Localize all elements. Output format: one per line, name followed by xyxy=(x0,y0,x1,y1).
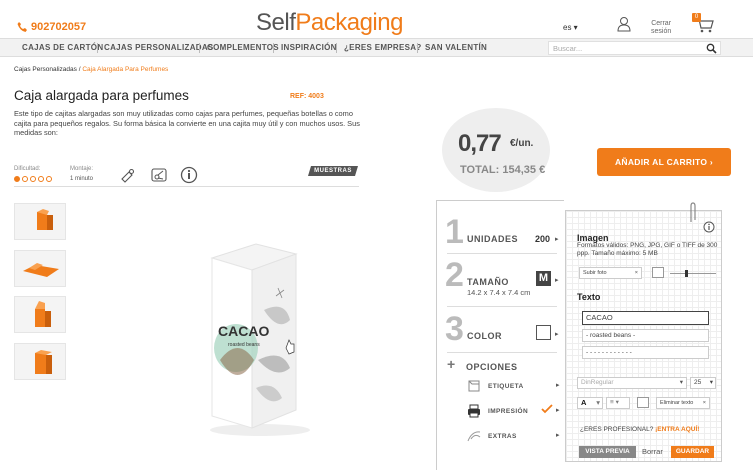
step-1-number: 1 xyxy=(445,213,464,251)
assembly-value: 1 minuto xyxy=(70,176,94,182)
samples-tab[interactable]: MUESTRAS xyxy=(308,166,358,176)
text-color-select[interactable]: A ▾ xyxy=(577,397,603,409)
product-title: Caja alargada para perfumes xyxy=(14,88,189,103)
save-button[interactable]: GUARDAR xyxy=(671,446,714,458)
thumbnail-1[interactable] xyxy=(14,203,66,240)
info-circle-icon[interactable] xyxy=(180,166,198,184)
nav-cajas-carton[interactable]: CAJAS DE CARTÓN xyxy=(22,43,103,52)
site-logo[interactable]: SelfPackaging xyxy=(256,9,403,37)
breadcrumb-current: Caja Alargada Para Perfumes xyxy=(82,66,169,73)
box-open-image xyxy=(35,301,51,327)
units-value[interactable]: 200 xyxy=(535,234,550,244)
glue-icon xyxy=(121,168,135,183)
main-nav: CAJAS DE CARTÓN CAJAS PERSONALIZADAS COM… xyxy=(0,38,753,57)
professional-prompt: ¿ERES PROFESIONAL? ¡ENTRA AQUÍ! xyxy=(580,426,700,433)
delete-text-icon: × xyxy=(702,400,706,406)
total-price: TOTAL: 154,35 € xyxy=(460,164,546,176)
assembly-label: Montaje: xyxy=(70,166,94,172)
delete-text-button[interactable]: Eliminar texto × xyxy=(656,397,710,409)
paperclip-icon xyxy=(690,202,696,222)
step-2-number: 2 xyxy=(445,256,464,294)
box-print-title: CACAO xyxy=(218,323,269,339)
image-color-swatch[interactable] xyxy=(652,267,664,278)
box-tall-image xyxy=(35,350,52,374)
slider-handle[interactable] xyxy=(685,270,688,277)
product-ref: REF: 4003 xyxy=(290,93,324,100)
text-line-2[interactable]: - roasted beans - xyxy=(582,329,709,342)
box-print-subtitle: roasted beans xyxy=(228,342,260,348)
logout-link[interactable]: Cerrar sesión xyxy=(651,20,671,36)
ribbon-icon xyxy=(467,431,481,442)
image-format-note: Formatos válidos: PNG, JPG, GIF o TIFF d… xyxy=(577,242,718,257)
price-unit: €/un. xyxy=(510,138,534,149)
pro-login-link[interactable]: ¡ENTRA AQUÍ! xyxy=(655,426,699,433)
phone-number: 902702057 xyxy=(31,21,87,33)
search-input[interactable]: Buscar... xyxy=(548,41,721,55)
unit-price: 0,77 xyxy=(458,130,502,157)
options-label: OPCIONES xyxy=(466,362,518,372)
nav-cajas-personalizadas[interactable]: CAJAS PERSONALIZADAS xyxy=(104,43,214,52)
clear-button[interactable]: Borrar xyxy=(642,447,663,456)
color-selector[interactable] xyxy=(536,325,551,340)
text-line-3[interactable]: - - - - - - - - - - - - xyxy=(582,346,709,359)
box-flat-image xyxy=(23,263,59,277)
phone-contact[interactable]: 902702057 xyxy=(16,21,86,33)
nav-empresa[interactable]: ¿ERES EMPRESA? xyxy=(344,43,422,52)
text-line-1[interactable]: CACAO xyxy=(582,311,709,325)
size-selector[interactable]: M xyxy=(536,271,551,286)
difficulty-rating xyxy=(14,176,52,182)
language-selector[interactable]: es ▾ xyxy=(563,23,578,32)
clear-upload-icon: × xyxy=(634,270,638,276)
font-size-select[interactable]: 25 ▾ xyxy=(690,377,716,389)
difficulty-label: Dificultad: xyxy=(14,166,41,172)
add-to-cart-button[interactable]: AÑADIR AL CARRITO › xyxy=(597,148,731,176)
text-align-select[interactable]: ≡ ▾ xyxy=(606,397,630,409)
info-icon[interactable] xyxy=(703,221,715,233)
upload-photo-field[interactable]: Subir foto × xyxy=(579,267,642,279)
thumbnail-2[interactable] xyxy=(14,250,66,287)
option-extras[interactable]: EXTRAS xyxy=(466,429,517,443)
option-print[interactable]: IMPRESIÓN xyxy=(466,404,528,418)
nav-san-valentin[interactable]: SAN VALENTÍN xyxy=(425,43,487,52)
phone-icon xyxy=(17,22,27,32)
text-section-title: Texto xyxy=(577,292,601,302)
preview-button[interactable]: VISTA PREVIA xyxy=(579,446,636,458)
breadcrumb: Cajas Personalizadas / Caja Alargada Par… xyxy=(14,66,169,73)
printer-icon xyxy=(468,404,480,418)
option-label[interactable]: ETIQUETA xyxy=(466,379,524,393)
step-3-number: 3 xyxy=(445,310,464,348)
nav-inspiracion[interactable]: INSPIRACIÓN xyxy=(281,43,337,52)
step-1-label: UNIDADES xyxy=(467,234,519,244)
nav-complementos[interactable]: COMPLEMENTOS xyxy=(207,43,279,52)
thumbnail-4[interactable] xyxy=(14,343,66,380)
step-2-label: TAMAÑO xyxy=(467,277,509,287)
user-icon[interactable] xyxy=(617,16,631,32)
product-description: Este tipo de cajitas alargadas son muy u… xyxy=(14,109,360,137)
search-icon[interactable] xyxy=(706,43,717,54)
header: 902702057 SelfPackaging es ▾ Cerrar sesió… xyxy=(0,0,753,38)
breadcrumb-parent[interactable]: Cajas Personalizadas xyxy=(14,66,77,73)
plus-icon: + xyxy=(447,356,456,372)
scissors-icon xyxy=(151,168,167,182)
product-main-image: CACAO roasted beans xyxy=(190,240,310,440)
text-style-swatch[interactable] xyxy=(637,397,649,408)
checkmark-icon xyxy=(541,404,553,414)
box-closed-image xyxy=(37,209,53,230)
cart-count-badge: 0 xyxy=(692,13,701,22)
size-dimensions: 14.2 x 7.4 x 7.4 cm xyxy=(467,288,531,297)
image-size-slider[interactable] xyxy=(670,273,716,274)
step-3-label: COLOR xyxy=(467,331,502,341)
label-icon xyxy=(468,380,480,392)
thumbnail-3[interactable] xyxy=(14,296,66,333)
font-select[interactable]: DinRegular ▾ xyxy=(577,377,687,389)
